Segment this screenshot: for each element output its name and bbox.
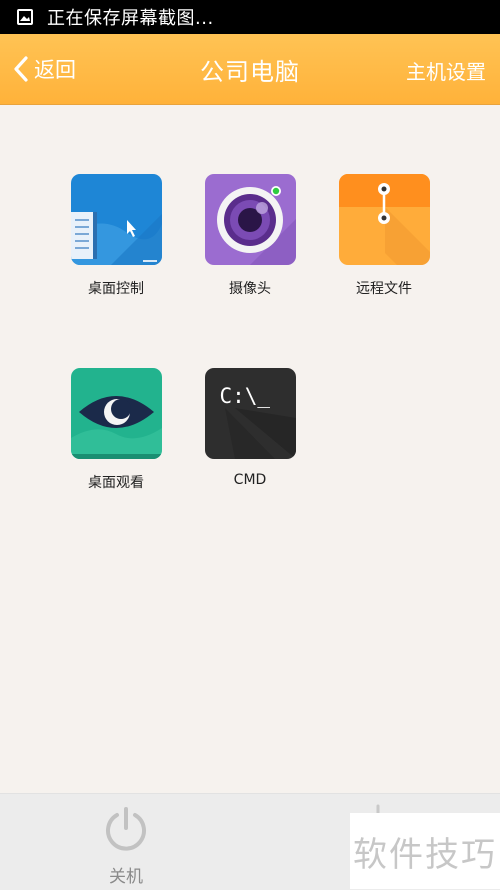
shutdown-label: 关机: [109, 867, 143, 887]
app-desktop-view[interactable]: 桌面观看: [61, 368, 171, 492]
terminal-prompt-text: C:\_: [219, 384, 271, 408]
app-desktop-control[interactable]: 桌面控制: [61, 174, 171, 298]
host-settings-button[interactable]: 主机设置: [406, 56, 486, 85]
image-icon: [17, 9, 33, 25]
camera-lens-icon: [204, 174, 296, 265]
app-camera[interactable]: 摄像头: [195, 174, 305, 298]
folder-envelope-icon: [338, 174, 430, 265]
desktop-cursor-icon: [70, 174, 162, 265]
app-label: 摄像头: [229, 281, 271, 297]
status-bar: 正在保存屏幕截图...: [0, 0, 500, 34]
app-label: CMD: [233, 472, 267, 488]
watermark: 软件技巧: [350, 813, 500, 889]
app-remote-files[interactable]: 远程文件: [329, 174, 439, 298]
app-label: 桌面观看: [88, 475, 144, 491]
shutdown-button[interactable]: 关机: [96, 806, 156, 887]
app-cmd[interactable]: C:\_ CMD: [195, 368, 305, 488]
terminal-icon: C:\_: [204, 368, 296, 459]
app-label: 桌面控制: [88, 281, 144, 297]
app-label: 远程文件: [356, 281, 412, 297]
power-icon: [106, 807, 146, 851]
status-text: 正在保存屏幕截图...: [47, 8, 214, 29]
header: 返回 公司电脑 主机设置: [0, 34, 500, 105]
eye-icon: [70, 368, 162, 459]
